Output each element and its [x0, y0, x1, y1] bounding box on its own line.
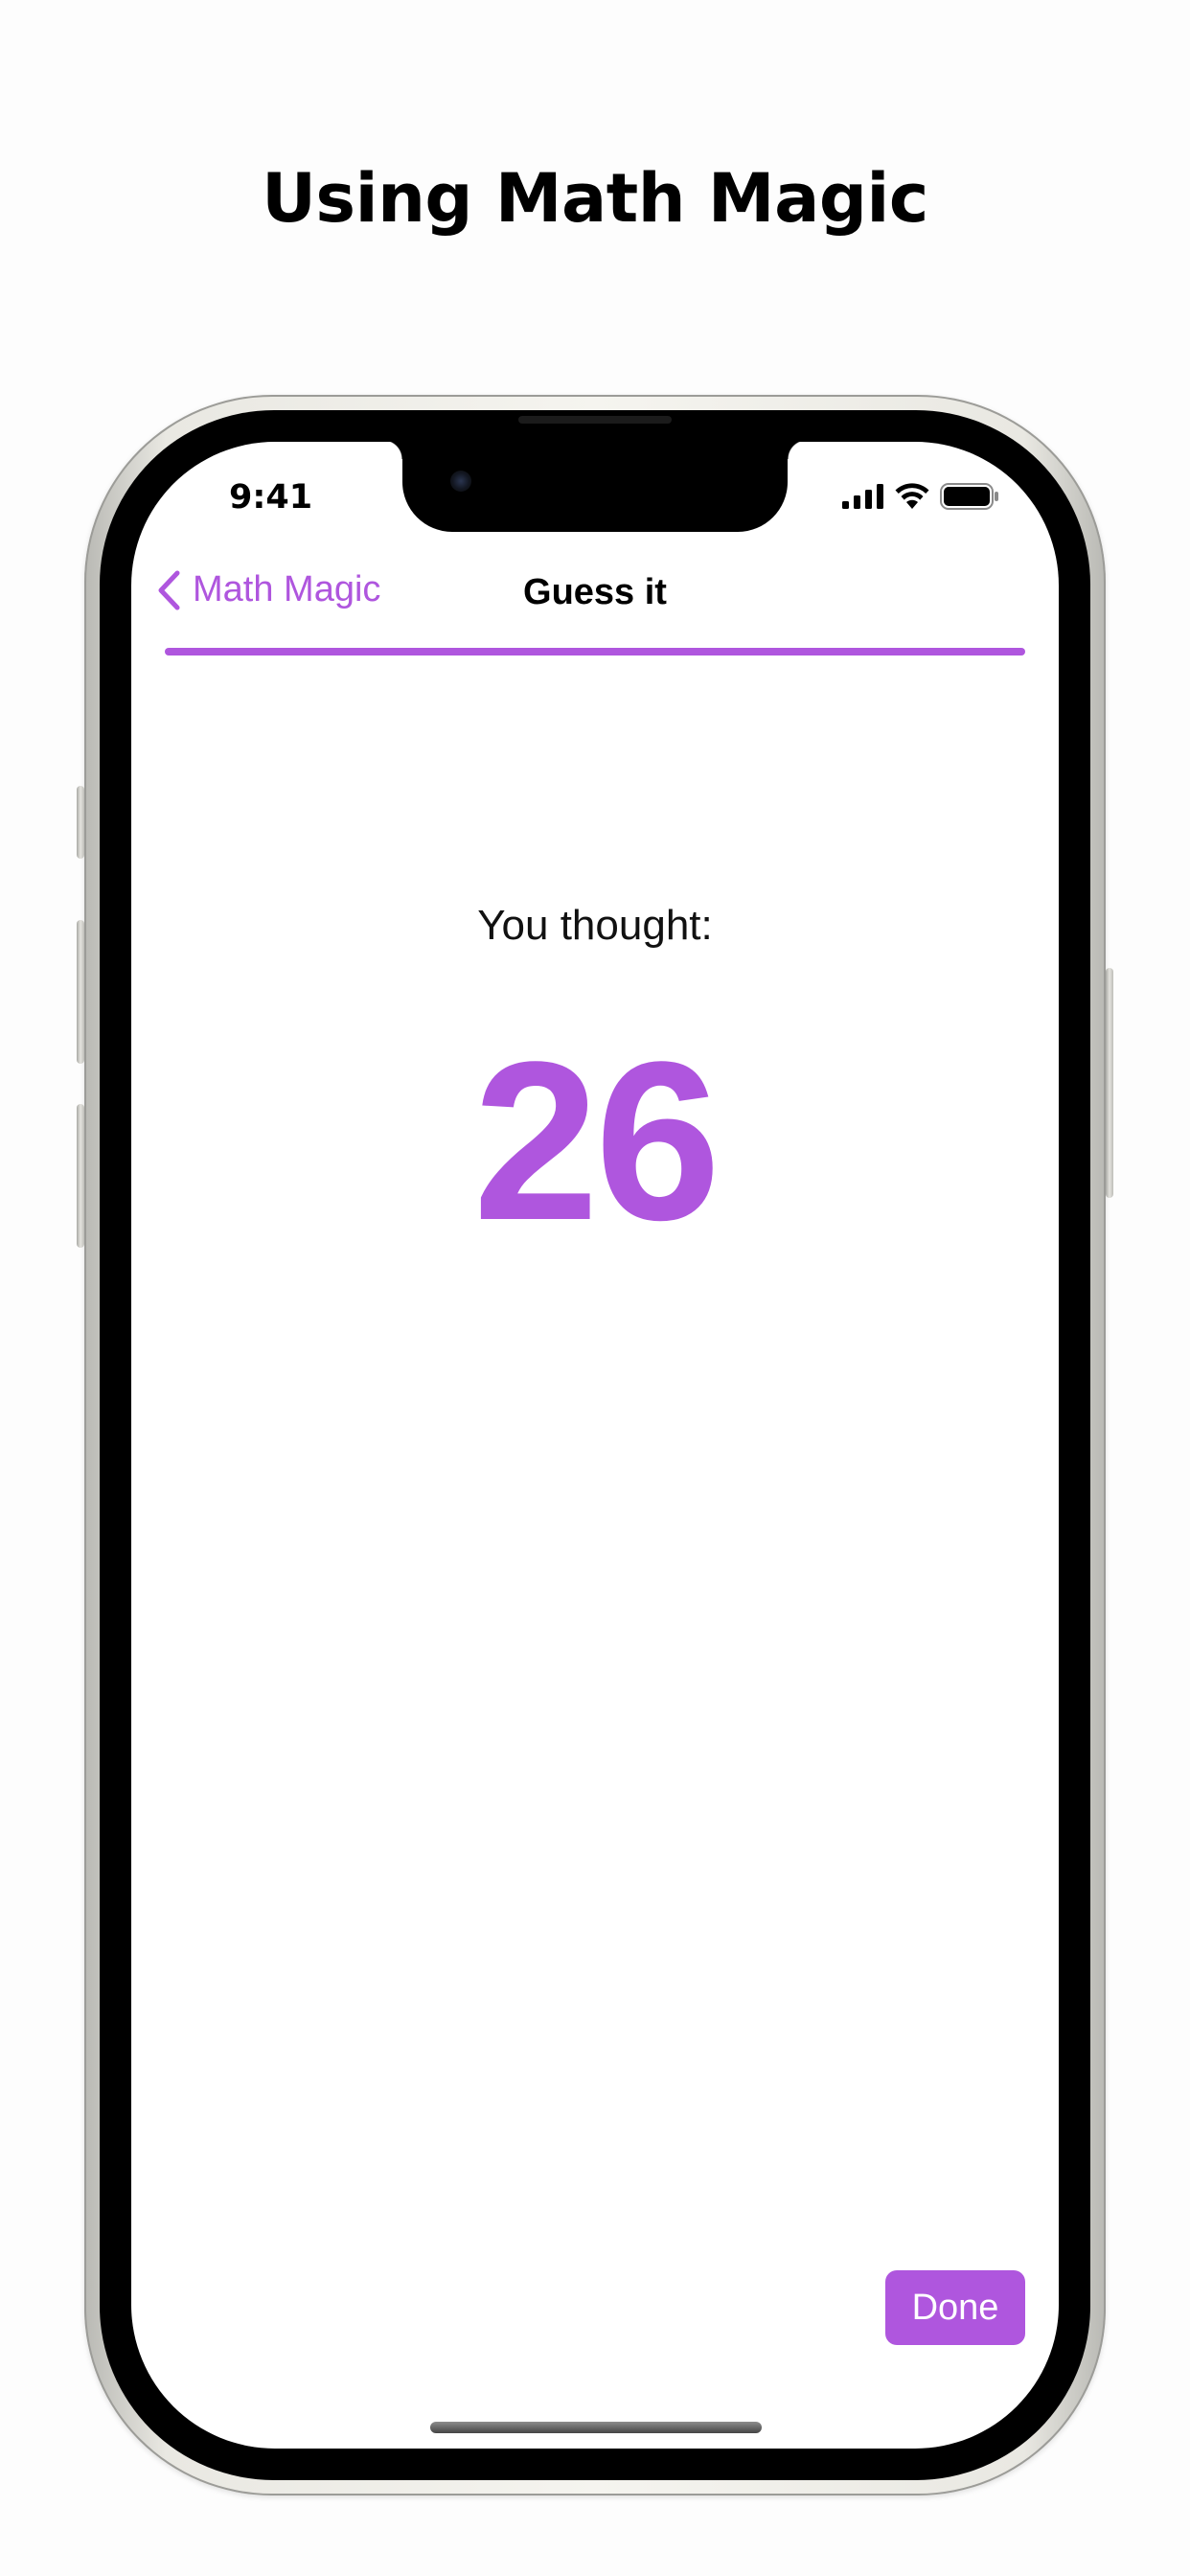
nav-divider	[165, 648, 1025, 656]
battery-icon	[940, 483, 998, 510]
status-time: 9:41	[229, 478, 313, 517]
camera-notch	[383, 442, 807, 532]
earpiece-speaker	[518, 416, 672, 424]
volume-down-button	[77, 1104, 84, 1248]
phone-screen: 9:41 Math Magic Guess it You thought: 26…	[131, 442, 1059, 2449]
done-button[interactable]: Done	[885, 2270, 1025, 2345]
volume-up-button	[77, 920, 84, 1064]
home-indicator[interactable]	[430, 2422, 762, 2433]
guessed-number: 26	[472, 1015, 721, 1268]
wifi-icon	[895, 483, 929, 509]
nav-title: Guess it	[523, 572, 667, 612]
power-button	[1106, 968, 1113, 1198]
cellular-signal-icon	[842, 484, 883, 509]
app-store-screenshot: Using Math Magic 9:41 Math Magic Guess i…	[0, 0, 1190, 2576]
result-prompt: You thought:	[477, 902, 713, 949]
front-camera	[450, 471, 471, 492]
status-icons	[842, 482, 999, 511]
silent-switch	[77, 786, 84, 859]
marketing-headline: Using Math Magic	[262, 159, 928, 238]
